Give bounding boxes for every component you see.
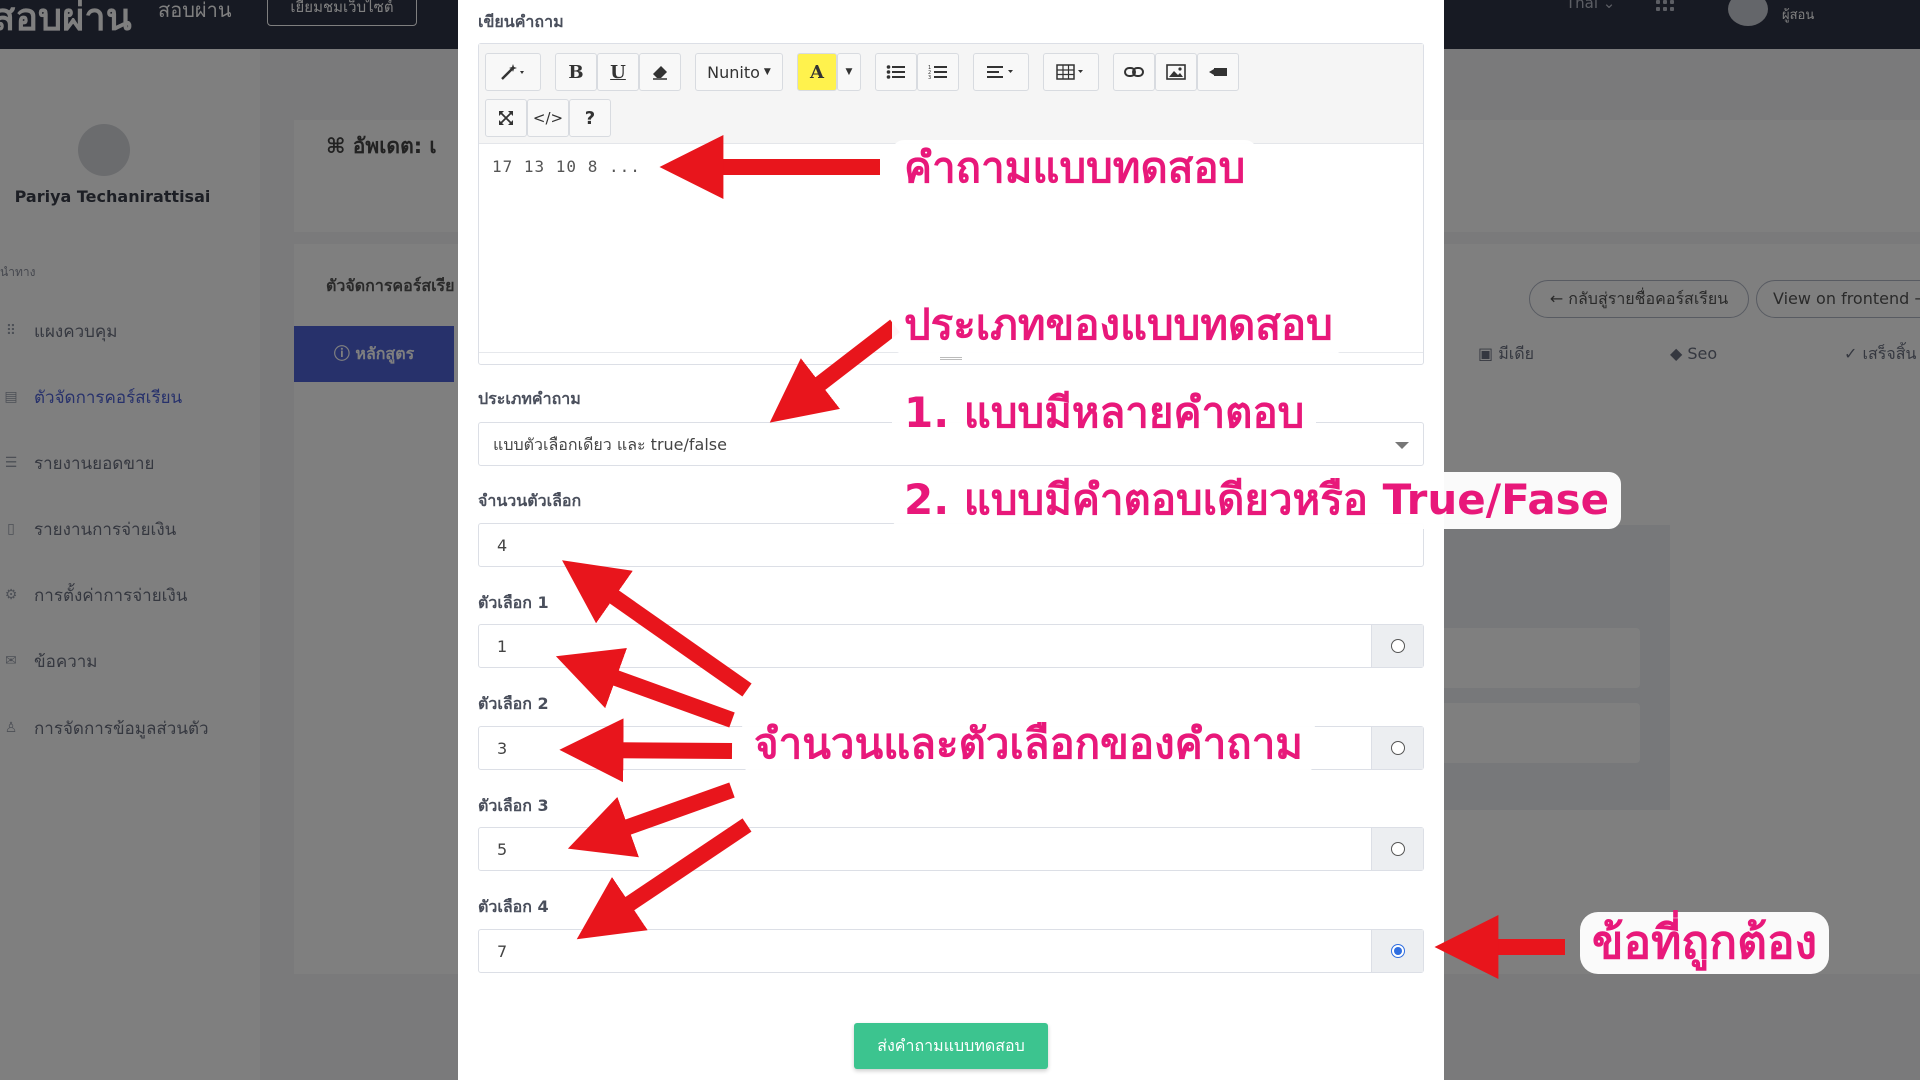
arrow-option-4 — [576, 818, 752, 940]
annotation-question: คำถามแบบทดสอบ — [892, 140, 1258, 197]
annotation-type-1: 1. แบบมีหลายคำตอบ — [892, 385, 1317, 442]
annotation-type-title: ประเภทของแบบทดสอบ — [892, 297, 1345, 354]
arrow-option-2 — [559, 718, 733, 783]
arrow-question-type — [769, 319, 900, 423]
annotation-correct: ข้อที่ถูกต้อง — [1580, 912, 1830, 974]
annotation-options: จำนวนและตัวเลือกของคำถาม — [742, 716, 1315, 773]
arrow-option-3 — [567, 782, 735, 858]
annotation-type-2: 2. แบบมีคำตอบเดียวหรือ True/Fase — [892, 472, 1622, 529]
